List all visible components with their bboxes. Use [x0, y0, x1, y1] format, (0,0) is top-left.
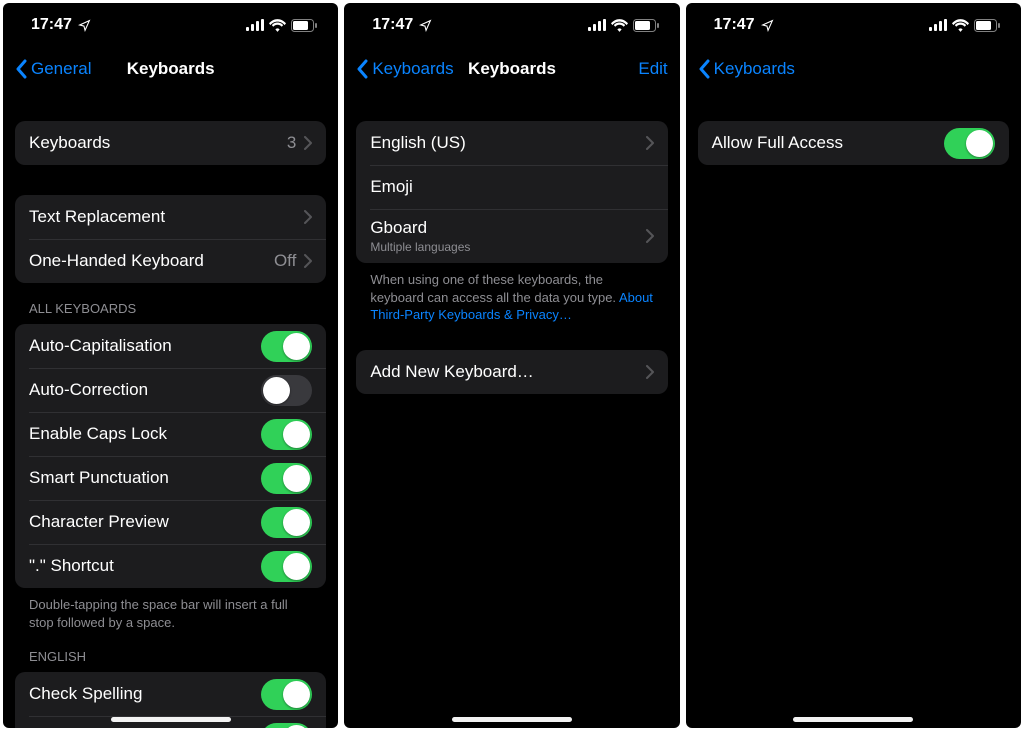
back-button[interactable]: Keyboards	[356, 59, 453, 79]
row-label: One-Handed Keyboard	[29, 251, 274, 271]
add-new-keyboard-row[interactable]: Add New Keyboard…	[356, 350, 667, 394]
keyboard-gboard-row[interactable]: Gboard Multiple languages	[356, 209, 667, 263]
row-label: Smart Punctuation	[29, 468, 261, 488]
section-header-english: ENGLISH	[3, 631, 338, 672]
home-indicator[interactable]	[111, 717, 231, 722]
auto-correction-switch[interactable]	[261, 375, 312, 406]
status-time: 17:47	[31, 16, 72, 34]
back-button[interactable]: Keyboards	[698, 59, 795, 79]
location-icon	[761, 19, 774, 32]
status-time: 17:47	[714, 16, 755, 34]
row-label: Add New Keyboard…	[370, 362, 645, 382]
row-label: Enable Caps Lock	[29, 424, 261, 444]
keyboard-english-us-row[interactable]: English (US)	[356, 121, 667, 165]
dot-shortcut-row: "." Shortcut	[15, 544, 326, 588]
row-label: Check Spelling	[29, 684, 261, 704]
status-bar: 17:47	[3, 3, 338, 47]
one-handed-value: Off	[274, 251, 296, 271]
chevron-left-icon	[356, 59, 368, 79]
character-preview-row: Character Preview	[15, 500, 326, 544]
chevron-left-icon	[15, 59, 27, 79]
section-footer-all-keyboards: Double-tapping the space bar will insert…	[3, 588, 338, 631]
status-bar: 17:47	[344, 3, 679, 47]
row-label: English (US)	[370, 133, 645, 153]
edit-button[interactable]: Edit	[638, 59, 667, 79]
phone-keyboards-settings: 17:47 General K	[3, 3, 338, 728]
section-header-all-keyboards: ALL KEYBOARDS	[3, 283, 338, 324]
wifi-icon	[611, 19, 628, 32]
enable-caps-lock-row: Enable Caps Lock	[15, 412, 326, 456]
dot-shortcut-switch[interactable]	[261, 551, 312, 582]
back-label: Keyboards	[372, 59, 453, 79]
row-label: Allow Full Access	[712, 133, 944, 153]
home-indicator[interactable]	[452, 717, 572, 722]
keyboards-row[interactable]: Keyboards 3	[15, 121, 326, 165]
row-label: Character Preview	[29, 512, 261, 532]
chevron-right-icon	[304, 136, 312, 150]
phone-keyboards-list: 17:47 Keyboards	[344, 3, 679, 728]
wifi-icon	[269, 19, 286, 32]
row-label: Auto-Correction	[29, 380, 261, 400]
check-spelling-row: Check Spelling	[15, 672, 326, 716]
row-label: Gboard	[370, 218, 645, 238]
back-button[interactable]: General	[15, 59, 91, 79]
cellular-signal-icon	[588, 19, 606, 31]
location-icon	[419, 19, 432, 32]
back-label: General	[31, 59, 91, 79]
nav-bar: Keyboards	[686, 47, 1021, 91]
status-time: 17:47	[372, 16, 413, 34]
home-indicator[interactable]	[793, 717, 913, 722]
battery-icon	[291, 19, 318, 32]
cellular-signal-icon	[929, 19, 947, 31]
chevron-right-icon	[304, 254, 312, 268]
check-spelling-switch[interactable]	[261, 679, 312, 710]
row-sublabel: Multiple languages	[370, 240, 645, 254]
phone-gboard-settings: 17:47 Keyboards	[686, 3, 1021, 728]
allow-full-access-row: Allow Full Access	[698, 121, 1009, 165]
text-replacement-row[interactable]: Text Replacement	[15, 195, 326, 239]
allow-full-access-switch[interactable]	[944, 128, 995, 159]
auto-capitalisation-switch[interactable]	[261, 331, 312, 362]
auto-capitalisation-row: Auto-Capitalisation	[15, 324, 326, 368]
auto-correction-row: Auto-Correction	[15, 368, 326, 412]
smart-punctuation-row: Smart Punctuation	[15, 456, 326, 500]
nav-bar: General Keyboards	[3, 47, 338, 91]
chevron-right-icon	[646, 229, 654, 243]
status-bar: 17:47	[686, 3, 1021, 47]
smart-punctuation-switch[interactable]	[261, 463, 312, 494]
battery-icon	[633, 19, 660, 32]
enable-caps-lock-switch[interactable]	[261, 419, 312, 450]
character-preview-switch[interactable]	[261, 507, 312, 538]
back-label: Keyboards	[714, 59, 795, 79]
row-label: Auto-Capitalisation	[29, 336, 261, 356]
battery-icon	[974, 19, 1001, 32]
cellular-signal-icon	[246, 19, 264, 31]
predictive-switch[interactable]	[261, 723, 312, 728]
third-party-footer: When using one of these keyboards, the k…	[344, 263, 679, 324]
nav-bar: Keyboards Keyboards Edit	[344, 47, 679, 91]
chevron-right-icon	[646, 136, 654, 150]
chevron-right-icon	[304, 210, 312, 224]
row-label: Keyboards	[29, 133, 287, 153]
row-label: "." Shortcut	[29, 556, 261, 576]
chevron-left-icon	[698, 59, 710, 79]
chevron-right-icon	[646, 365, 654, 379]
location-icon	[78, 19, 91, 32]
row-label: Text Replacement	[29, 207, 304, 227]
wifi-icon	[952, 19, 969, 32]
keyboards-count: 3	[287, 133, 296, 153]
row-label: Emoji	[370, 177, 653, 197]
one-handed-keyboard-row[interactable]: One-Handed Keyboard Off	[15, 239, 326, 283]
keyboard-emoji-row[interactable]: Emoji	[356, 165, 667, 209]
footer-text: When using one of these keyboards, the k…	[370, 272, 619, 305]
